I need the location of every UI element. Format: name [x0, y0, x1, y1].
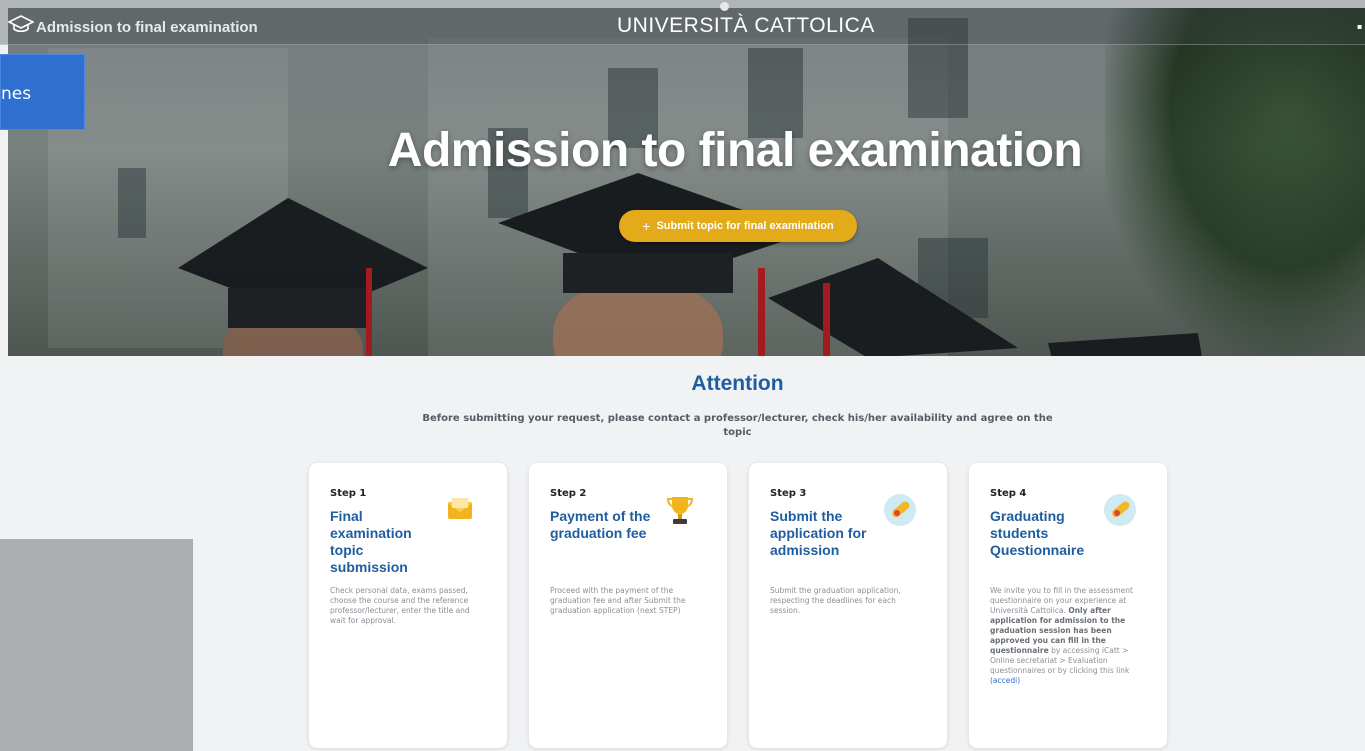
step-card-4[interactable]: Step 4 Graduating students Questionnaire… — [969, 463, 1167, 748]
side-tab-button[interactable]: nes — [0, 54, 85, 130]
logo-dot — [720, 2, 729, 11]
step-title: Graduating students Questionnaire — [990, 508, 1085, 558]
step-card-3[interactable]: Step 3 Submit the application for admiss… — [749, 463, 947, 748]
step-description: Check personal data, exams passed, choos… — [330, 586, 470, 625]
questionnaire-link[interactable]: (accedi) — [990, 676, 1020, 685]
topbar-title[interactable]: Admission to final examination — [36, 19, 258, 36]
overlay-panel — [0, 539, 193, 751]
submit-topic-button[interactable]: + Submit topic for final examination — [619, 210, 857, 242]
step-card-2[interactable]: Step 2 Payment of the graduation fee Pro… — [529, 463, 727, 748]
side-tab-label: nes — [1, 84, 32, 104]
plus-icon: + — [642, 218, 651, 234]
step-number: Step 2 — [550, 488, 587, 499]
step-title: Payment of the graduation fee — [550, 508, 651, 541]
university-logo[interactable]: UNIVERSITÀ CATTOLICA — [617, 14, 875, 38]
diploma-icon — [884, 494, 916, 526]
top-navigation-bar: Admission to final examination UNIVERSIT… — [0, 0, 1365, 45]
step-number: Step 3 — [770, 488, 807, 499]
step-title: Submit the application for admission — [770, 508, 867, 558]
page-title: Admission to final examination — [387, 124, 1083, 177]
diploma-icon — [1104, 494, 1136, 526]
envelope-icon — [448, 498, 472, 519]
step-description: Submit the graduation application, respe… — [770, 586, 901, 615]
step-number: Step 4 — [990, 488, 1027, 499]
attention-title: Attention — [691, 372, 784, 395]
hero-banner — [8, 8, 1365, 356]
submit-topic-label: Submit topic for final examination — [656, 220, 834, 232]
step-description-text: We invite you to fill in the assessment … — [990, 586, 1133, 615]
step-description: Proceed with the payment of the graduati… — [550, 586, 686, 615]
graduation-cap-icon — [8, 15, 34, 33]
step-card-1[interactable]: Step 1 Final examination topic submissio… — [309, 463, 507, 748]
step-title: Final examination topic submission — [330, 508, 412, 575]
attention-text: Before submitting your request, please c… — [422, 413, 1053, 438]
trophy-icon — [666, 497, 694, 524]
step-description: We invite you to fill in the assessment … — [990, 586, 1145, 686]
hero-overlay — [8, 8, 1365, 356]
menu-icon[interactable]: ▪ — [1357, 22, 1363, 31]
step-number: Step 1 — [330, 488, 367, 499]
